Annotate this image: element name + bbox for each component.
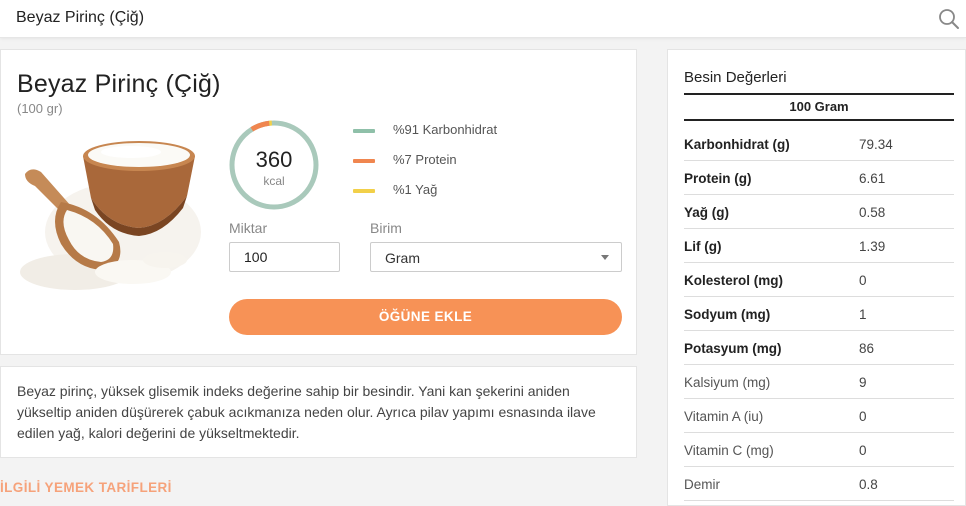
food-title: Beyaz Pirinç (Çiğ) — [17, 70, 221, 98]
macro-fat-label: %1 Yağ — [393, 182, 438, 197]
description-card: Beyaz pirinç, yüksek glisemik indeks değ… — [0, 366, 637, 458]
nutrition-title: Besin Değerleri — [684, 69, 787, 86]
nutrient-name: Kolesterol (mg) — [684, 273, 784, 288]
calorie-unit: kcal — [263, 174, 285, 188]
nutrition-row: Vitamin A (iu) 0 — [684, 399, 954, 433]
unit-label: Birim — [370, 220, 402, 236]
macro-protein-label: %7 Protein — [393, 152, 457, 167]
food-portion: (100 gr) — [17, 101, 63, 116]
quantity-label: Miktar — [229, 220, 268, 236]
calorie-value: 360 — [255, 147, 293, 172]
nutrient-value: 6.61 — [859, 171, 886, 186]
nutrition-per-amount: 100 Gram — [789, 99, 849, 114]
nutrient-name: Kalsiyum (mg) — [684, 375, 771, 390]
food-card: Beyaz Pirinç (Çiğ) (100 gr) 360 kcal %91… — [0, 49, 637, 355]
nutrient-name: Vitamin C (mg) — [684, 443, 774, 458]
fat-swatch — [353, 189, 375, 193]
nutrition-row: Kolesterol (mg) 0 — [684, 263, 954, 297]
nutrient-value: 79.34 — [859, 137, 893, 152]
nutrition-row: Karbonhidrat (g) 79.34 — [684, 127, 954, 161]
nutrient-value: 1.39 — [859, 239, 886, 254]
food-description: Beyaz pirinç, yüksek glisemik indeks değ… — [17, 383, 596, 441]
search-icon[interactable] — [938, 8, 960, 30]
macro-carbohydrate-label: %91 Karbonhidrat — [393, 122, 498, 137]
nutrient-name: Karbonhidrat (g) — [684, 137, 790, 152]
carbohydrate-swatch — [353, 129, 375, 133]
nutrient-value: 0 — [859, 443, 867, 458]
unit-select-value: Gram — [385, 250, 420, 266]
nutrient-value: 86 — [859, 341, 875, 356]
nutrition-facts: Besin Değerleri 100 Gram Karbonhidrat (g… — [667, 49, 966, 506]
search-bar[interactable]: Beyaz Pirinç (Çiğ) — [0, 0, 966, 38]
nutrition-divider — [684, 93, 954, 95]
nutrient-value: 1 — [859, 307, 867, 322]
nutrition-row: Demir 0.8 — [684, 467, 954, 501]
nutrition-row: Kalsiyum (mg) 9 — [684, 365, 954, 399]
nutrient-value: 9 — [859, 375, 867, 390]
nutrition-row: Lif (g) 1.39 — [684, 229, 954, 263]
nutrient-name: Lif (g) — [684, 239, 722, 254]
nutrition-row: Potasyum (mg) 86 — [684, 331, 954, 365]
nutrient-value: 0.8 — [859, 477, 878, 492]
nutrient-name: Yağ (g) — [684, 205, 730, 220]
nutrient-name: Protein (g) — [684, 171, 752, 186]
chevron-down-icon — [601, 255, 609, 260]
quantity-input[interactable] — [229, 242, 340, 272]
nutrient-value: 0 — [859, 273, 867, 288]
nutrient-name: Demir — [684, 477, 720, 492]
add-to-meal-button[interactable]: ÖĞÜNE EKLE — [229, 299, 622, 335]
unit-select[interactable]: Gram — [370, 242, 622, 272]
nutrition-row: Protein (g) 6.61 — [684, 161, 954, 195]
search-query[interactable]: Beyaz Pirinç (Çiğ) — [16, 9, 144, 27]
nutrient-name: Potasyum (mg) — [684, 341, 782, 356]
nutrition-row: Yağ (g) 0.58 — [684, 195, 954, 229]
protein-swatch — [353, 159, 375, 163]
rice-image — [20, 141, 201, 290]
nutrient-value: 0 — [859, 409, 867, 424]
nutrition-divider — [684, 119, 954, 121]
nutrient-value: 0.58 — [859, 205, 886, 220]
nutrition-row: Vitamin C (mg) 0 — [684, 433, 954, 467]
nutrition-row: Sodyum (mg) 1 — [684, 297, 954, 331]
nutrient-name: Vitamin A (iu) — [684, 409, 764, 424]
nutrient-name: Sodyum (mg) — [684, 307, 771, 322]
related-recipes-title[interactable]: İLGİLİ YEMEK TARİFLERİ — [0, 480, 172, 495]
